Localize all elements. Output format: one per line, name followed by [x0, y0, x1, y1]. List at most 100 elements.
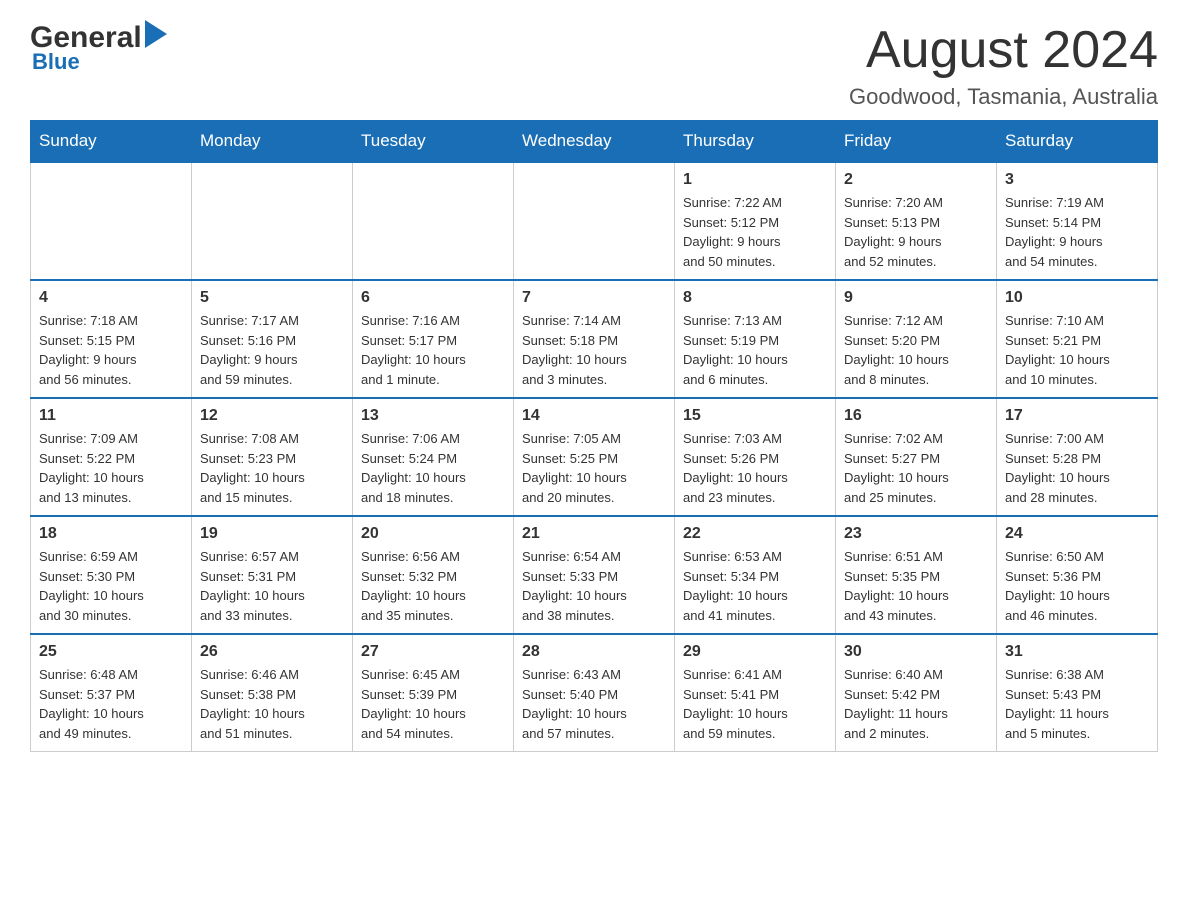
cell-inner: 28Sunrise: 6:43 AM Sunset: 5:40 PM Dayli… [522, 643, 666, 743]
calendar-cell: 19Sunrise: 6:57 AM Sunset: 5:31 PM Dayli… [192, 516, 353, 634]
day-number: 9 [844, 289, 988, 307]
day-number: 12 [200, 407, 344, 425]
calendar-cell: 14Sunrise: 7:05 AM Sunset: 5:25 PM Dayli… [514, 398, 675, 516]
calendar-week-row: 11Sunrise: 7:09 AM Sunset: 5:22 PM Dayli… [31, 398, 1158, 516]
day-info: Sunrise: 6:46 AM Sunset: 5:38 PM Dayligh… [200, 665, 344, 743]
logo-blue-text: Blue [32, 49, 80, 75]
calendar-cell: 30Sunrise: 6:40 AM Sunset: 5:42 PM Dayli… [836, 634, 997, 752]
day-number: 25 [39, 643, 183, 661]
day-info: Sunrise: 6:45 AM Sunset: 5:39 PM Dayligh… [361, 665, 505, 743]
cell-inner: 25 Sunrise: 6:48 AM Sunset: 5:37 PM Dayli… [39, 643, 183, 743]
day-info: Sunrise: 6:54 AM Sunset: 5:33 PM Dayligh… [522, 547, 666, 625]
day-number: 29 [683, 643, 827, 661]
weekday-header-sunday: Sunday [31, 121, 192, 163]
day-number: 31 [1005, 643, 1149, 661]
calendar-cell: 25 Sunrise: 6:48 AM Sunset: 5:37 PM Dayli… [31, 634, 192, 752]
weekday-header-wednesday: Wednesday [514, 121, 675, 163]
day-info: Sunrise: 7:17 AM Sunset: 5:16 PM Dayligh… [200, 311, 344, 389]
day-info: Sunrise: 7:06 AM Sunset: 5:24 PM Dayligh… [361, 429, 505, 507]
calendar-cell [353, 162, 514, 280]
calendar-week-row: 1 Sunrise: 7:22 AM Sunset: 5:12 PM Daylig… [31, 162, 1158, 280]
cell-inner: 27 Sunrise: 6:45 AM Sunset: 5:39 PM Dayli… [361, 643, 505, 743]
day-number: 26 [200, 643, 344, 661]
cell-inner: 29Sunrise: 6:41 AM Sunset: 5:41 PM Dayli… [683, 643, 827, 743]
calendar-cell: 15Sunrise: 7:03 AM Sunset: 5:26 PM Dayli… [675, 398, 836, 516]
day-info: Sunrise: 7:03 AM Sunset: 5:26 PM Dayligh… [683, 429, 827, 507]
day-number: 23 [844, 525, 988, 543]
day-info: Sunrise: 7:09 AM Sunset: 5:22 PM Dayligh… [39, 429, 183, 507]
day-number: 1 [683, 171, 827, 189]
calendar-cell: 27 Sunrise: 6:45 AM Sunset: 5:39 PM Dayli… [353, 634, 514, 752]
calendar-cell: 5 Sunrise: 7:17 AM Sunset: 5:16 PM Daylig… [192, 280, 353, 398]
calendar-week-row: 4 Sunrise: 7:18 AM Sunset: 5:15 PM Daylig… [31, 280, 1158, 398]
calendar-cell: 13 Sunrise: 7:06 AM Sunset: 5:24 PM Dayli… [353, 398, 514, 516]
day-info: Sunrise: 7:18 AM Sunset: 5:15 PM Dayligh… [39, 311, 183, 389]
day-info: Sunrise: 7:02 AM Sunset: 5:27 PM Dayligh… [844, 429, 988, 507]
month-title: August 2024 [849, 20, 1158, 80]
day-number: 5 [200, 289, 344, 307]
calendar-cell: 9Sunrise: 7:12 AM Sunset: 5:20 PM Daylig… [836, 280, 997, 398]
day-info: Sunrise: 6:53 AM Sunset: 5:34 PM Dayligh… [683, 547, 827, 625]
day-info: Sunrise: 7:19 AM Sunset: 5:14 PM Dayligh… [1005, 193, 1149, 271]
calendar-cell: 1 Sunrise: 7:22 AM Sunset: 5:12 PM Daylig… [675, 162, 836, 280]
calendar-cell [31, 162, 192, 280]
calendar-table: SundayMondayTuesdayWednesdayThursdayFrid… [30, 120, 1158, 752]
calendar-cell: 12 Sunrise: 7:08 AM Sunset: 5:23 PM Dayli… [192, 398, 353, 516]
cell-inner: 1 Sunrise: 7:22 AM Sunset: 5:12 PM Daylig… [683, 171, 827, 271]
day-info: Sunrise: 7:20 AM Sunset: 5:13 PM Dayligh… [844, 193, 988, 271]
day-info: Sunrise: 6:40 AM Sunset: 5:42 PM Dayligh… [844, 665, 988, 743]
calendar-cell [192, 162, 353, 280]
calendar-cell: 7Sunrise: 7:14 AM Sunset: 5:18 PM Daylig… [514, 280, 675, 398]
day-number: 10 [1005, 289, 1149, 307]
cell-inner: 2 Sunrise: 7:20 AM Sunset: 5:13 PM Daylig… [844, 171, 988, 271]
title-area: August 2024 Goodwood, Tasmania, Australi… [849, 20, 1158, 110]
calendar-week-row: 25 Sunrise: 6:48 AM Sunset: 5:37 PM Dayli… [31, 634, 1158, 752]
cell-inner: 11Sunrise: 7:09 AM Sunset: 5:22 PM Dayli… [39, 407, 183, 507]
day-number: 8 [683, 289, 827, 307]
cell-inner: 14Sunrise: 7:05 AM Sunset: 5:25 PM Dayli… [522, 407, 666, 507]
day-info: Sunrise: 6:57 AM Sunset: 5:31 PM Dayligh… [200, 547, 344, 625]
calendar-cell: 29Sunrise: 6:41 AM Sunset: 5:41 PM Dayli… [675, 634, 836, 752]
day-number: 17 [1005, 407, 1149, 425]
day-number: 3 [1005, 171, 1149, 189]
page-header: General Blue August 2024 Goodwood, Tasma… [30, 20, 1158, 110]
cell-inner: 4 Sunrise: 7:18 AM Sunset: 5:15 PM Daylig… [39, 289, 183, 389]
day-number: 27 [361, 643, 505, 661]
day-info: Sunrise: 7:22 AM Sunset: 5:12 PM Dayligh… [683, 193, 827, 271]
calendar-cell: 31 Sunrise: 6:38 AM Sunset: 5:43 PM Dayli… [997, 634, 1158, 752]
logo: General Blue [30, 20, 167, 75]
calendar-cell [514, 162, 675, 280]
day-number: 22 [683, 525, 827, 543]
day-info: Sunrise: 6:48 AM Sunset: 5:37 PM Dayligh… [39, 665, 183, 743]
day-info: Sunrise: 7:08 AM Sunset: 5:23 PM Dayligh… [200, 429, 344, 507]
cell-inner: 7Sunrise: 7:14 AM Sunset: 5:18 PM Daylig… [522, 289, 666, 389]
cell-inner: 9Sunrise: 7:12 AM Sunset: 5:20 PM Daylig… [844, 289, 988, 389]
weekday-header-saturday: Saturday [997, 121, 1158, 163]
day-info: Sunrise: 7:10 AM Sunset: 5:21 PM Dayligh… [1005, 311, 1149, 389]
calendar-cell: 17Sunrise: 7:00 AM Sunset: 5:28 PM Dayli… [997, 398, 1158, 516]
day-number: 21 [522, 525, 666, 543]
calendar-cell: 2 Sunrise: 7:20 AM Sunset: 5:13 PM Daylig… [836, 162, 997, 280]
cell-inner: 31 Sunrise: 6:38 AM Sunset: 5:43 PM Dayli… [1005, 643, 1149, 743]
day-info: Sunrise: 6:38 AM Sunset: 5:43 PM Dayligh… [1005, 665, 1149, 743]
cell-inner: 21 Sunrise: 6:54 AM Sunset: 5:33 PM Dayli… [522, 525, 666, 625]
calendar-cell: 11Sunrise: 7:09 AM Sunset: 5:22 PM Dayli… [31, 398, 192, 516]
cell-inner: 13 Sunrise: 7:06 AM Sunset: 5:24 PM Dayli… [361, 407, 505, 507]
weekday-header-monday: Monday [192, 121, 353, 163]
calendar-cell: 8Sunrise: 7:13 AM Sunset: 5:19 PM Daylig… [675, 280, 836, 398]
logo-arrow-icon [145, 20, 167, 48]
cell-inner: 5 Sunrise: 7:17 AM Sunset: 5:16 PM Daylig… [200, 289, 344, 389]
day-number: 16 [844, 407, 988, 425]
day-number: 6 [361, 289, 505, 307]
day-number: 2 [844, 171, 988, 189]
day-number: 13 [361, 407, 505, 425]
calendar-cell: 18Sunrise: 6:59 AM Sunset: 5:30 PM Dayli… [31, 516, 192, 634]
day-number: 4 [39, 289, 183, 307]
cell-inner: 10 Sunrise: 7:10 AM Sunset: 5:21 PM Dayli… [1005, 289, 1149, 389]
day-number: 18 [39, 525, 183, 543]
cell-inner: 26 Sunrise: 6:46 AM Sunset: 5:38 PM Dayli… [200, 643, 344, 743]
cell-inner: 6Sunrise: 7:16 AM Sunset: 5:17 PM Daylig… [361, 289, 505, 389]
calendar-week-row: 18Sunrise: 6:59 AM Sunset: 5:30 PM Dayli… [31, 516, 1158, 634]
calendar-cell: 26 Sunrise: 6:46 AM Sunset: 5:38 PM Dayli… [192, 634, 353, 752]
day-info: Sunrise: 6:43 AM Sunset: 5:40 PM Dayligh… [522, 665, 666, 743]
